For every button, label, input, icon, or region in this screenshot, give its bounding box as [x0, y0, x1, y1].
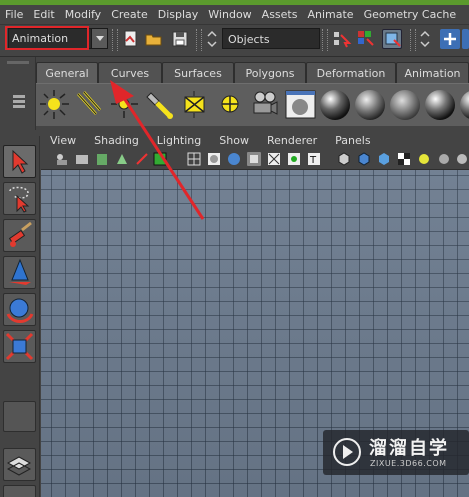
selection-mode-icon[interactable]: [205, 29, 219, 49]
menu-modify[interactable]: Modify: [60, 8, 106, 21]
menu-display[interactable]: Display: [153, 8, 204, 21]
panel-menu-renderer[interactable]: Renderer: [258, 134, 326, 147]
tab-curves[interactable]: Curves: [98, 62, 162, 83]
shelf-handle: [7, 61, 29, 64]
checker-icon[interactable]: [397, 152, 411, 166]
menu-set-value: Animation: [12, 32, 69, 45]
cube-textured-icon[interactable]: [377, 152, 391, 166]
menu-edit[interactable]: Edit: [28, 8, 59, 21]
tab-polygons[interactable]: Polygons: [234, 62, 306, 83]
svg-text:T: T: [309, 155, 317, 166]
lasso-tool-icon[interactable]: [3, 182, 36, 215]
panel-menu-view[interactable]: View: [41, 134, 85, 147]
menu-animate[interactable]: Animate: [302, 8, 358, 21]
point-light-icon[interactable]: [108, 88, 141, 121]
directional-light-icon[interactable]: [72, 88, 105, 121]
panel-menu-bar: View Shading Lighting Show Renderer Pane…: [41, 130, 469, 150]
toolbar-separator: [196, 29, 202, 51]
status-line: Animation Objects: [0, 25, 469, 57]
selection-mask-value: Objects: [228, 33, 270, 46]
shader-sphere-icon[interactable]: [389, 88, 422, 121]
shader-sphere-icon[interactable]: [354, 88, 387, 121]
layout-single-pane-icon[interactable]: [3, 448, 36, 481]
wireframe-on-shaded-icon[interactable]: [227, 152, 241, 166]
paint-select-tool-icon[interactable]: [3, 219, 36, 252]
chevron-down-icon[interactable]: [91, 29, 107, 48]
area-light-icon[interactable]: [178, 88, 211, 121]
light-bulb-icon[interactable]: [417, 152, 431, 166]
panel-menu-lighting[interactable]: Lighting: [148, 134, 210, 147]
shader-sphere-icon[interactable]: [424, 88, 457, 121]
bookmark-icon[interactable]: [95, 152, 109, 166]
selection-mask-field[interactable]: Objects: [222, 28, 320, 49]
tab-deformation[interactable]: Deformation: [306, 62, 396, 83]
toolbox: [0, 136, 40, 497]
panel-menu-panels[interactable]: Panels: [326, 134, 379, 147]
textured-icon[interactable]: [247, 152, 261, 166]
cube-icon[interactable]: [357, 152, 371, 166]
shader-sphere-icon[interactable]: [459, 88, 469, 121]
menu-window[interactable]: Window: [203, 8, 256, 21]
xray-icon[interactable]: T: [307, 152, 321, 166]
rotate-tool-icon[interactable]: [3, 293, 36, 326]
layout-quad-pane-icon[interactable]: [3, 485, 36, 497]
ambient-light-icon[interactable]: [38, 88, 71, 121]
menu-geometry-cache[interactable]: Geometry Cache: [359, 8, 462, 21]
select-by-object-icon[interactable]: [382, 29, 402, 49]
sphere-icon[interactable]: [455, 152, 469, 166]
volume-light-icon[interactable]: [214, 88, 247, 121]
isolate-select-icon[interactable]: [337, 152, 351, 166]
shelf-menu-icon[interactable]: [12, 91, 26, 111]
watermark: 溜溜自学 ZIXUE.3D66.COM: [323, 430, 469, 475]
wireframe-icon[interactable]: [187, 152, 201, 166]
smooth-shade-icon[interactable]: [207, 152, 221, 166]
tab-general[interactable]: General: [36, 62, 98, 83]
scale-tool-icon[interactable]: [3, 330, 36, 363]
select-tool-icon[interactable]: [3, 145, 36, 178]
select-by-component-icon[interactable]: [356, 29, 376, 49]
render-view-icon[interactable]: [284, 88, 317, 121]
image-plane-icon[interactable]: [115, 152, 129, 166]
sphere-icon[interactable]: [437, 152, 451, 166]
shelf-options: [0, 57, 36, 130]
shelf-body: [36, 83, 469, 126]
panel-toolbar: T: [41, 150, 469, 170]
toolbar-separator: [322, 29, 328, 51]
last-tool-slot[interactable]: [3, 401, 36, 432]
menu-set-dropdown[interactable]: Animation: [8, 28, 108, 49]
panel-menu-show[interactable]: Show: [210, 134, 258, 147]
shader-sphere-icon[interactable]: [319, 88, 352, 121]
toolbar-separator: [112, 29, 118, 51]
camera-attributes-icon[interactable]: [75, 152, 89, 166]
tab-animation[interactable]: Animation: [396, 62, 469, 83]
menu-create[interactable]: Create: [106, 8, 153, 21]
shadows-icon[interactable]: [287, 152, 301, 166]
open-scene-icon[interactable]: [144, 29, 164, 49]
menu-file[interactable]: File: [0, 8, 28, 21]
add-icon[interactable]: [440, 29, 460, 49]
move-tool-icon[interactable]: [3, 256, 36, 289]
main-menu-bar: File Edit Modify Create Display Window A…: [0, 5, 469, 25]
new-scene-icon[interactable]: [121, 29, 141, 49]
camera-icon[interactable]: [248, 88, 281, 121]
watermark-url: ZIXUE.3D66.COM: [370, 459, 447, 468]
partial-toolbar-icon[interactable]: [462, 29, 469, 49]
watermark-name: 溜溜自学: [369, 438, 449, 459]
spot-light-icon[interactable]: [143, 88, 176, 121]
save-scene-icon[interactable]: [170, 29, 190, 49]
toolbar-separator: [410, 29, 416, 51]
shelf-tab-bar: General Curves Surfaces Polygons Deforma…: [36, 62, 469, 83]
2d-pan-zoom-icon[interactable]: [135, 152, 149, 166]
filter-collapse-icon[interactable]: [418, 29, 432, 49]
play-logo-icon: [333, 438, 361, 466]
menu-assets[interactable]: Assets: [257, 8, 303, 21]
grease-pencil-icon[interactable]: [153, 152, 167, 166]
tab-surfaces[interactable]: Surfaces: [162, 62, 234, 83]
use-all-lights-icon[interactable]: [267, 152, 281, 166]
panel-menu-shading[interactable]: Shading: [85, 134, 148, 147]
select-camera-icon[interactable]: [55, 152, 69, 166]
select-by-hierarchy-icon[interactable]: [332, 29, 352, 49]
